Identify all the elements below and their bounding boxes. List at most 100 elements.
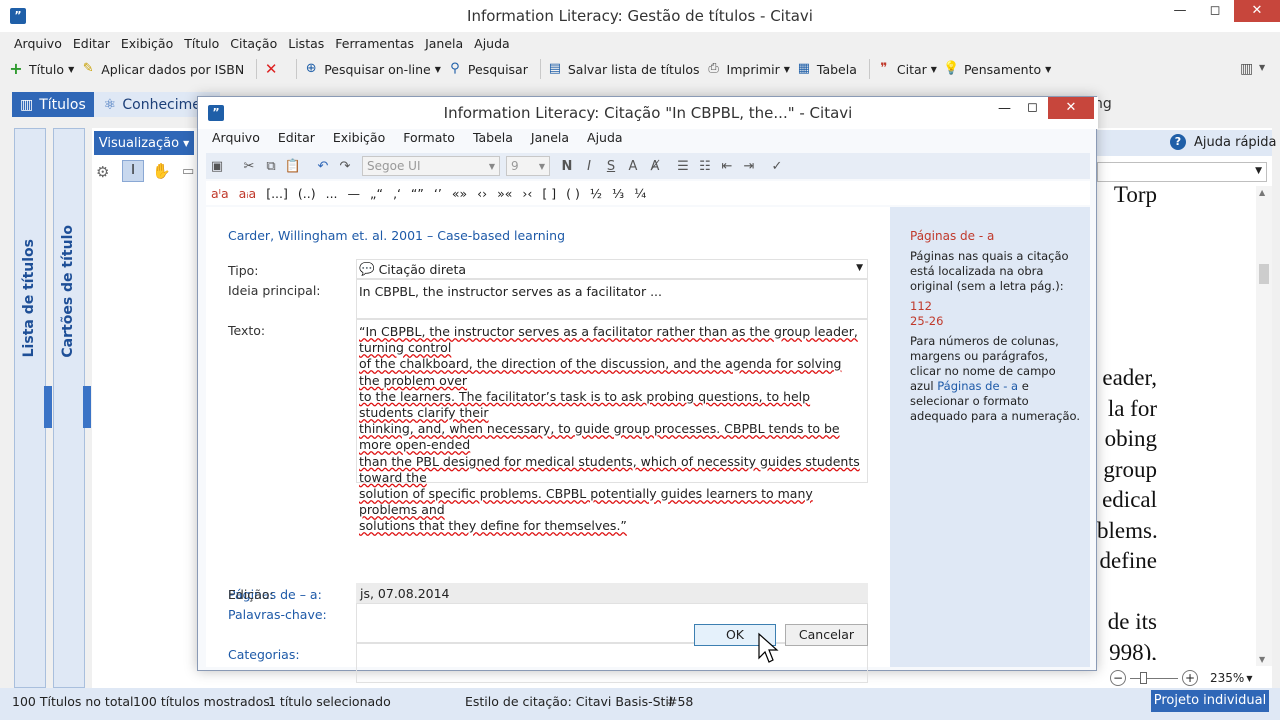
tab-titulos[interactable]: ▥ Títulos [12,92,94,117]
title-cards-panel[interactable]: Cartões de título [53,128,85,688]
save-icon[interactable]: ▣ [206,159,228,174]
document-combo[interactable]: ▼ [1097,162,1267,182]
hand-tool-icon[interactable]: ✋ [152,162,171,180]
dialog-close-button[interactable]: ✕ [1048,97,1094,119]
zoom-slider[interactable] [1130,671,1178,684]
panel-splitter-handle[interactable] [83,386,91,428]
ideia-field[interactable]: In CBPBL, the instructor serves as a fac… [356,279,868,319]
half-button[interactable]: ½ [590,186,602,201]
menu-ajuda[interactable]: Ajuda [474,36,510,51]
numbered-list-icon[interactable]: ☷ [694,159,716,174]
chevron-down-icon[interactable]: ▼ [1259,63,1265,72]
dlg-menu-janela[interactable]: Janela [531,130,569,145]
zoom-out-icon[interactable]: − [1110,670,1126,686]
cut-icon[interactable]: ✂ [238,159,260,174]
minimize-button[interactable]: — [1165,0,1195,22]
redo-icon[interactable]: ↷ [334,159,356,174]
maximize-button[interactable]: ◻ [1200,0,1230,22]
undo-icon[interactable]: ↶ [312,159,334,174]
zoom-value[interactable]: 235% [1210,671,1244,685]
settings-gear-icon[interactable]: ⚙ [96,163,109,181]
tipo-select[interactable]: 💬 Citação direta ▼ [356,259,868,279]
save-list-button[interactable]: ▤ Salvar lista de títulos [547,61,700,77]
quarter-button[interactable]: ¼ [634,186,646,201]
table-button[interactable]: ▦ Tabela [796,61,857,77]
categorias-label[interactable]: Categorias: [228,647,300,662]
ellipsis-brackets-button[interactable]: [...] [266,186,288,201]
ellipsis-parens-button[interactable]: (..) [298,186,316,201]
scroll-up-arrow-icon[interactable]: ▲ [1259,188,1265,197]
subscript-icon[interactable]: aᵢa [239,186,257,201]
categorias-field[interactable] [356,643,868,683]
palavras-label[interactable]: Palavras-chave: [228,607,327,622]
reverse-guillemets-button[interactable]: »« [497,186,512,201]
ellipsis-button[interactable]: ... [326,186,338,201]
font-select[interactable]: Segoe UI ▼ [362,156,500,176]
clear-format-icon[interactable]: Ⱥ [644,159,666,174]
menu-titulo[interactable]: Título [184,36,219,51]
close-button[interactable]: ✕ [1234,0,1280,22]
superscript-icon[interactable]: aᴵa [211,186,229,201]
scroll-down-arrow-icon[interactable]: ▼ [1259,655,1265,664]
menu-exibicao[interactable]: Exibição [121,36,173,51]
isbn-button[interactable]: ✎ Aplicar dados por ISBN [80,61,244,77]
copy-icon[interactable]: ⧉ [260,159,282,174]
paste-icon[interactable]: 📋 [282,159,304,174]
guillemets-button[interactable]: «» [452,186,467,201]
menu-janela[interactable]: Janela [425,36,463,51]
thought-button[interactable]: 💡 Pensamento ▼ [943,61,1051,77]
reference-link[interactable]: Carder, Willingham et. al. 2001 – Case-b… [228,228,565,243]
outdent-icon[interactable]: ⇤ [716,159,738,174]
reverse-single-guillemets-button[interactable]: ›‹ [522,186,532,201]
titles-list-panel[interactable]: Lista de títulos [14,128,46,688]
english-single-quotes-button[interactable]: ‘’ [434,186,442,201]
dialog-maximize-button[interactable]: ◻ [1027,100,1038,115]
visualization-button[interactable]: Visualização ▼ [94,131,194,155]
delete-button[interactable]: ✕ [263,61,284,77]
menu-ferramentas[interactable]: Ferramentas [335,36,414,51]
english-quotes-button[interactable]: “” [411,186,424,201]
dialog-minimize-button[interactable]: — [998,101,1011,116]
zoom-in-icon[interactable]: + [1182,670,1198,686]
add-title-button[interactable]: + Título ▼ [8,61,74,77]
indent-icon[interactable]: ⇥ [738,159,760,174]
menu-arquivo[interactable]: Arquivo [14,36,62,51]
square-brackets-button[interactable]: [ ] [542,186,556,201]
status-citation-style[interactable]: Estilo de citação: Citavi Basis-Stil [465,694,672,709]
document-scrollbar[interactable]: ▲ ▼ [1256,186,1272,666]
dlg-menu-exibicao[interactable]: Exibição [333,130,385,145]
dlg-menu-ajuda[interactable]: Ajuda [587,130,623,145]
zoom-slider-thumb[interactable] [1140,671,1147,684]
print-button[interactable]: ⎙ Imprimir ▼ [706,61,790,77]
bullet-list-icon[interactable]: ☰ [672,159,694,174]
font-color-icon[interactable]: A [622,159,644,174]
dlg-menu-tabela[interactable]: Tabela [473,130,513,145]
underline-icon[interactable]: S [600,159,622,174]
spellcheck-icon[interactable]: ✓ [766,159,788,174]
third-button[interactable]: ⅓ [612,186,624,201]
help-link[interactable]: Páginas de - a [937,379,1018,393]
quick-help-button[interactable]: ? Ajuda rápida [1170,134,1277,150]
dlg-menu-editar[interactable]: Editar [278,130,315,145]
layout-icon[interactable]: ▥ [1240,61,1253,77]
german-single-quotes-button[interactable]: ‚‘ [393,186,401,201]
menu-citacao[interactable]: Citação [230,36,277,51]
dlg-menu-arquivo[interactable]: Arquivo [212,130,260,145]
scrollbar-thumb[interactable] [1259,264,1269,284]
project-badge[interactable]: Projeto individual [1151,690,1269,712]
panel-splitter-handle[interactable] [44,386,52,428]
text-select-icon[interactable]: I [122,160,144,182]
menu-editar[interactable]: Editar [73,36,110,51]
dlg-menu-formato[interactable]: Formato [403,130,455,145]
comment-icon[interactable]: ▭ [182,164,194,179]
italic-icon[interactable]: I [578,159,600,174]
menu-listas[interactable]: Listas [288,36,324,51]
cancel-button[interactable]: Cancelar [785,624,868,646]
single-guillemets-button[interactable]: ‹› [477,186,487,201]
parentheses-button[interactable]: ( ) [566,186,580,201]
online-search-button[interactable]: ⊕ Pesquisar on-line ▼ [303,61,441,77]
german-quotes-button[interactable]: „“ [370,186,383,201]
search-button[interactable]: ⚲ Pesquisar [447,61,528,77]
size-select[interactable]: 9 ▼ [506,156,550,176]
chevron-down-icon[interactable]: ▼ [1246,674,1252,683]
